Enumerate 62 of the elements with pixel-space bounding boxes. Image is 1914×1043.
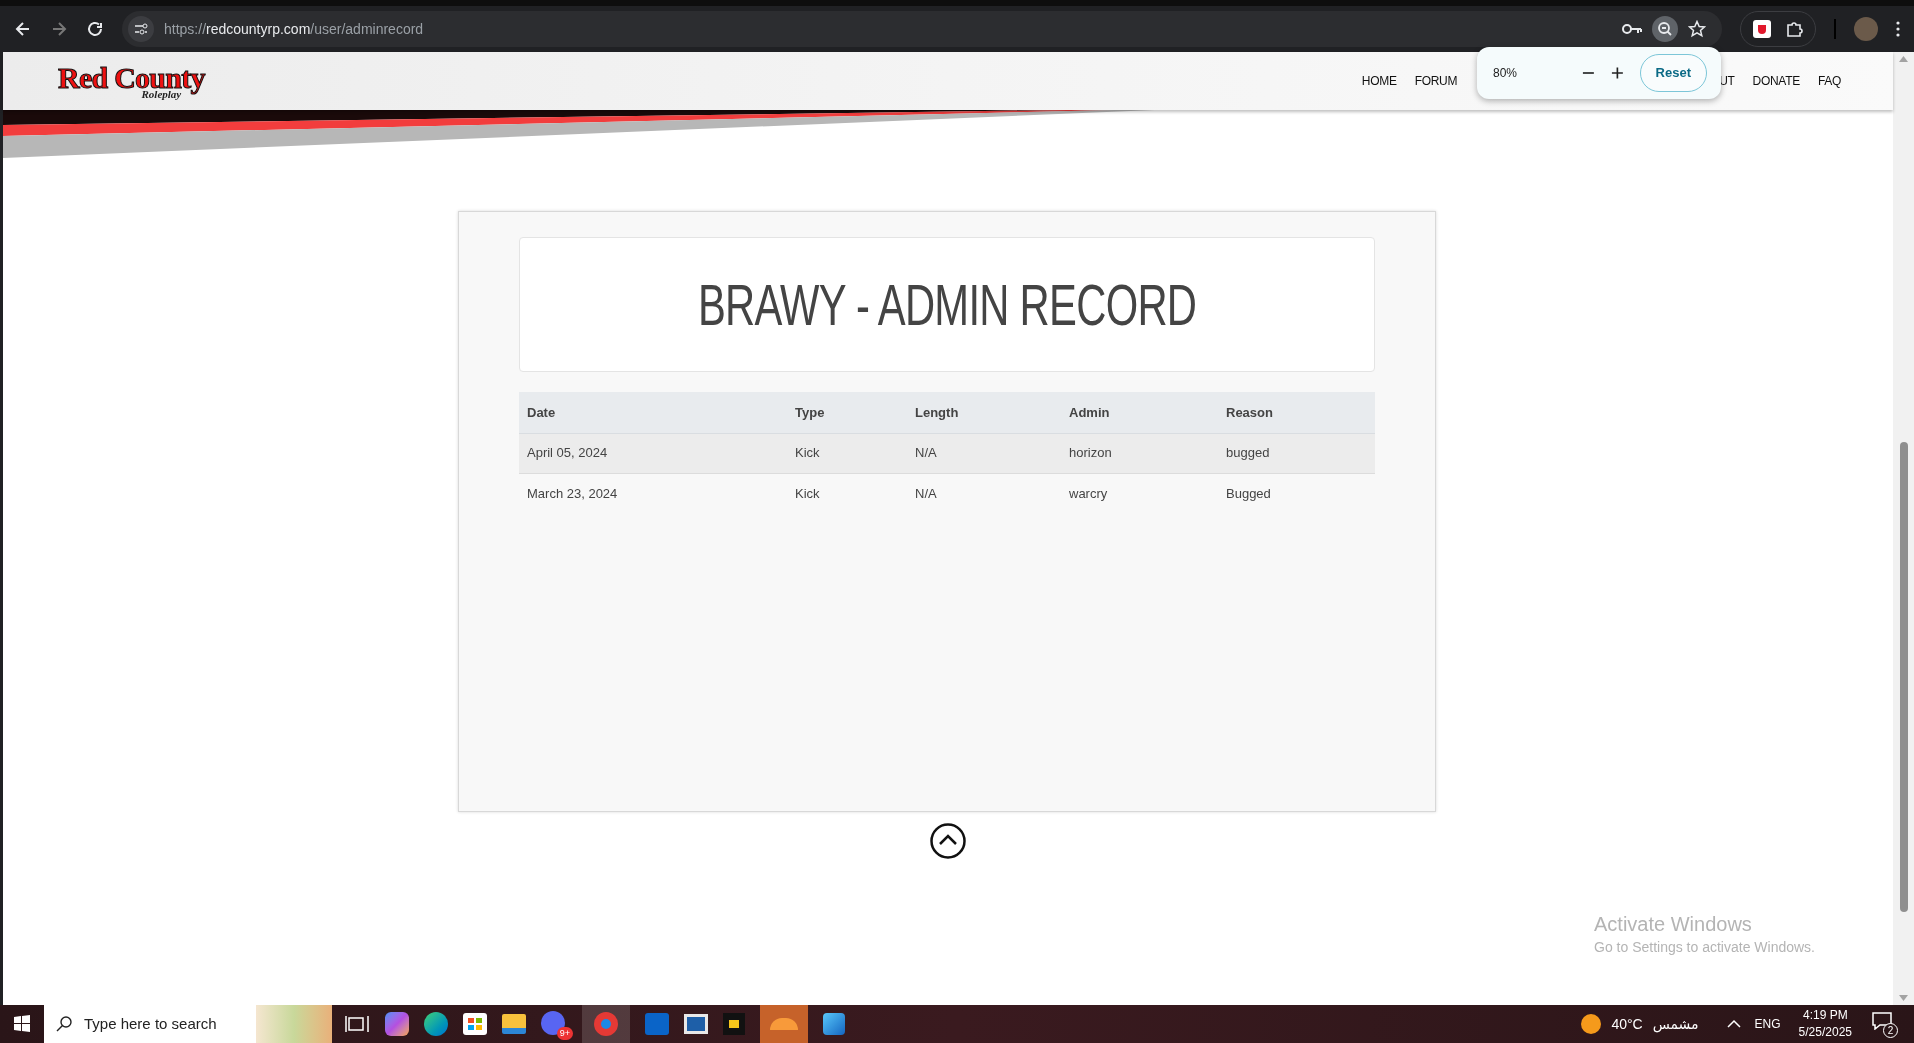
column-header: Admin [1061,392,1218,433]
weather-temperature[interactable]: 40°C [1611,1013,1643,1035]
column-header: Date [519,392,787,433]
table-cell: N/A [907,473,1061,513]
nav-link[interactable]: FORUM [1414,72,1458,90]
clock-date[interactable]: 5/25/2025 [1798,1024,1852,1041]
edge-icon[interactable] [424,1012,448,1036]
table-cell: Kick [787,433,907,473]
app-icon[interactable] [723,1013,745,1035]
page-title: BRAWY - ADMIN RECORD [697,275,1197,334]
table-cell: N/A [907,433,1061,473]
nav-link[interactable]: DONATE [1752,72,1800,90]
table-cell: warcry [1061,473,1218,513]
task-view-icon[interactable] [344,1014,370,1034]
taskbar-search-field[interactable]: Type here to search [44,1005,332,1043]
chrome-taskbar-button[interactable] [582,1005,630,1043]
browser-icon [594,1012,618,1036]
column-header: Reason [1218,392,1375,433]
search-icon [56,1016,72,1032]
key-icon[interactable] [1622,22,1642,36]
activation-text: Go to Settings to activate Windows. [1594,938,1815,957]
table-cell: Kick [787,473,907,513]
forward-icon[interactable] [50,20,68,38]
menu-icon[interactable] [1896,21,1900,37]
table-cell: March 23, 2024 [519,473,787,513]
zoom-level: 80% [1493,65,1519,82]
weather-sun-icon[interactable] [1581,1014,1602,1034]
zoom-icon[interactable] [1652,16,1678,42]
nav-link[interactable]: FAQ [1817,72,1841,90]
nav-link[interactable]: HOME [1361,72,1397,90]
photos-icon[interactable] [823,1013,845,1035]
cloud-icon [770,1018,798,1030]
site-logo[interactable]: Red County Roleplay [58,62,205,100]
chevron-up-icon[interactable] [1726,1019,1741,1029]
activation-title: Activate Windows [1594,912,1753,937]
scroll-to-top-icon[interactable] [930,823,966,859]
search-placeholder: Type here to search [84,1013,217,1034]
table-cell: Bugged [1218,473,1375,513]
column-header: Length [907,392,1061,433]
profile-avatar[interactable] [1854,17,1878,41]
store-icon[interactable] [463,1013,487,1035]
notification-badge: 9+ [556,1027,573,1040]
weather-condition[interactable]: مشمس [1652,1013,1699,1035]
language-indicator[interactable]: ENG [1754,1015,1781,1033]
reload-icon[interactable] [86,20,104,38]
table-cell: horizon [1061,433,1218,473]
puzzle-icon[interactable] [1785,20,1803,38]
url-text: https://redcountyrp.com/user/adminrecord [164,19,424,39]
back-icon[interactable] [14,20,32,38]
star-icon[interactable] [1688,20,1706,38]
site-settings-icon[interactable] [128,16,154,42]
clock-time[interactable]: 4:19 PM [1802,1007,1848,1024]
table-cell: April 05, 2024 [519,433,787,473]
notification-count: 2 [1883,1023,1898,1038]
plus-icon[interactable] [1610,66,1624,80]
table-cell: bugged [1218,433,1375,473]
copilot-icon[interactable] [385,1012,409,1036]
shield-extension-icon[interactable] [1753,20,1771,38]
reset-button[interactable]: Reset [1639,54,1707,92]
column-header: Type [787,392,907,433]
address-bar[interactable]: https://redcountyrp.com/user/adminrecord [122,11,1722,47]
news-icon[interactable] [684,1014,708,1034]
